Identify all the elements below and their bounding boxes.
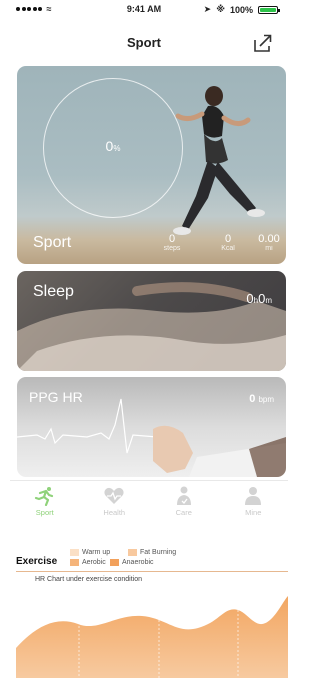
hr-area [16, 596, 288, 678]
divider [16, 571, 288, 572]
sport-card[interactable]: 0% Sport 0 steps 0 Kcal 0.00 mi [17, 66, 286, 264]
legend-fat-burning: Fat Burning [128, 549, 176, 556]
zone-legend: Warm up Fat Burning Aerobic Anaerobic [70, 549, 220, 573]
tab-mine[interactable]: Mine [219, 481, 289, 520]
legend-swatch [128, 549, 137, 556]
tab-bar: Sport Health Care Mine [10, 480, 288, 520]
tab-mine-label: Mine [245, 508, 262, 517]
bluetooth-icon: ※ [216, 4, 225, 14]
battery-icon [258, 5, 280, 14]
legend-aerobic: Aerobic [70, 559, 106, 566]
legend-swatch [70, 559, 79, 566]
exercise-title: Exercise [16, 556, 58, 567]
battery-percent: 100% [229, 4, 253, 15]
tab-care-label: Care [175, 508, 192, 517]
tab-sport-label: Sport [35, 508, 54, 517]
legend-warm-up: Warm up [70, 549, 110, 556]
sleep-card-label: Sleep [33, 283, 74, 300]
tab-care[interactable]: Care [149, 481, 219, 520]
status-bar: ≈ 9:41 AM ➤ ※ 100% [0, 0, 288, 20]
runner-icon [34, 487, 53, 506]
runner-image [173, 86, 265, 235]
sleep-card[interactable]: Sleep 0h0m [17, 271, 286, 371]
nav-bar: Sport [0, 20, 288, 62]
tab-health[interactable]: Health [80, 481, 150, 520]
care-icon [176, 486, 191, 505]
sport-card-label: Sport [33, 234, 72, 251]
hr-area-chart [16, 596, 288, 678]
chart-subtitle: HR Chart under exercise condition [35, 576, 142, 583]
sleep-duration: 0h0m [246, 291, 272, 306]
share-icon[interactable] [252, 32, 274, 54]
tab-health-label: Health [103, 508, 126, 517]
distance-stat: 0.00 mi [258, 233, 280, 252]
heart-icon [104, 487, 124, 504]
location-icon: ➤ [203, 4, 212, 14]
legend-anaerobic: Anaerobic [110, 559, 154, 566]
kcal-stat: 0 Kcal [221, 233, 235, 252]
ppg-card-label: PPG HR [29, 389, 83, 405]
legend-swatch [70, 549, 79, 556]
legend-swatch [110, 559, 119, 566]
person-icon [245, 487, 262, 505]
steps-stat: 0 steps [163, 233, 181, 252]
tab-sport[interactable]: Sport [10, 481, 80, 520]
ppg-hr-card[interactable]: PPG HR 0 bpm [17, 377, 286, 477]
page-title: Sport [127, 35, 161, 50]
heart-rate-value: 0 bpm [249, 393, 274, 405]
